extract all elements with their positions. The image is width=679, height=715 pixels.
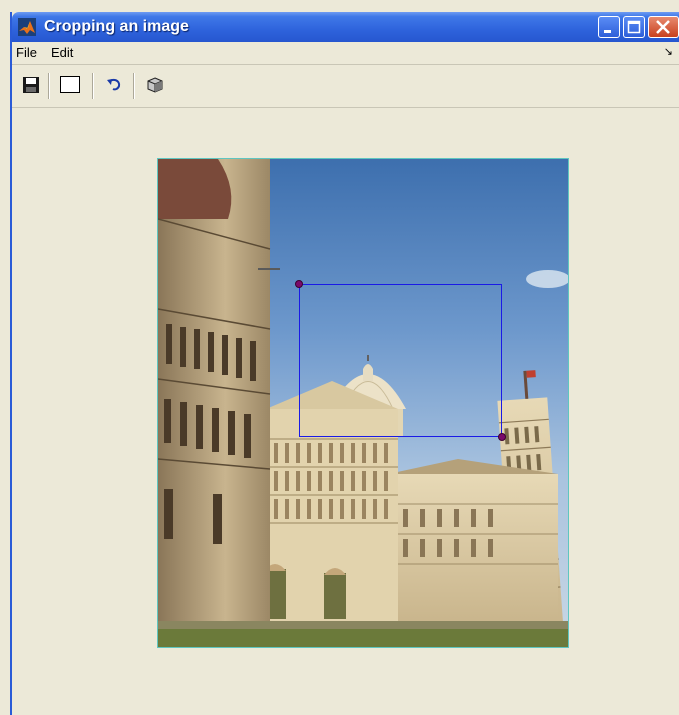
maximize-icon (627, 20, 641, 34)
undo-button[interactable] (103, 74, 125, 96)
maximize-button[interactable] (623, 16, 645, 38)
rectangle-select-icon (60, 76, 80, 93)
figure-window: Cropping an image File Edit ↘ (10, 12, 679, 715)
menu-bar: File Edit ↘ (12, 42, 679, 65)
save-icon (23, 77, 39, 93)
save-button[interactable] (20, 74, 42, 96)
crop-handle-bottom-right[interactable] (498, 433, 506, 441)
minimize-button[interactable] (598, 16, 620, 38)
minimize-icon (604, 30, 611, 33)
crop-handle-top-left[interactable] (295, 280, 303, 288)
figure-toolbar (12, 65, 679, 108)
close-button[interactable] (648, 16, 679, 38)
rectangle-select-button[interactable] (59, 74, 81, 96)
window-title: Cropping an image (44, 18, 189, 35)
figure-canvas (12, 108, 679, 715)
crop-rectangle[interactable] (299, 284, 502, 437)
matlab-logo-icon (18, 18, 36, 36)
menu-file[interactable]: File (16, 45, 37, 60)
menu-edit[interactable]: Edit (51, 45, 73, 60)
3d-rotate-button[interactable] (144, 74, 166, 96)
title-bar[interactable]: Cropping an image (12, 12, 679, 42)
undo-icon (107, 78, 121, 91)
3d-box-icon (147, 77, 163, 93)
close-icon (656, 20, 670, 34)
pisa-photo (157, 158, 569, 648)
menu-dock-arrow-icon[interactable]: ↘ (664, 45, 673, 58)
